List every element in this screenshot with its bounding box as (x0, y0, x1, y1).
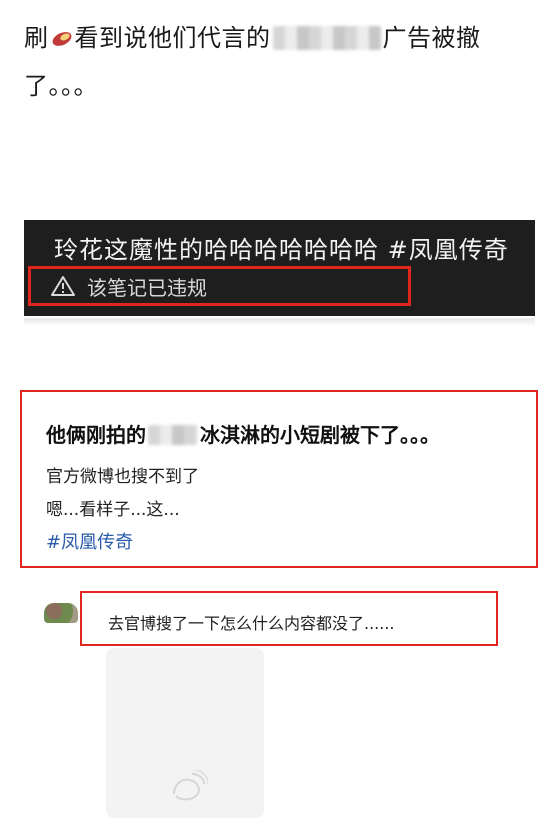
note-card[interactable]: 他俩刚拍的 冰淇淋的小短剧被下了。。。 官方微博也搜不到了 嗯...看样子...这… (20, 390, 538, 568)
comment-item: 去官博搜了一下怎么什么内容都没了...... (80, 591, 498, 646)
blurred-brand-2 (148, 425, 198, 445)
post-text-part4: 了。。。 (24, 72, 98, 100)
sweet-potato-emoji-icon (52, 32, 71, 46)
violation-label: 该笔记已违规 (87, 275, 207, 300)
warning-triangle-icon (51, 276, 75, 296)
note-title-part1: 他俩刚拍的 (46, 423, 146, 447)
image-placeholder-icon (173, 770, 208, 801)
violation-notice: 该笔记已违规 (28, 266, 411, 306)
screenshot-page: 刷看到说他们代言的 广告被撤了。。。 玲花这魔性的哈哈哈哈哈哈哈 #凤凰传奇 该笔… (0, 0, 541, 818)
image-placeholder[interactable] (106, 648, 264, 818)
avatar[interactable] (44, 603, 78, 623)
comment-text: 去官博搜了一下怎么什么内容都没了...... (108, 614, 395, 633)
post-text-part3: 广告被撤 (382, 24, 481, 52)
banner-shadow (24, 318, 535, 326)
note-line-2: 嗯...看样子...这... (46, 500, 180, 520)
video-banner[interactable]: 玲花这魔性的哈哈哈哈哈哈哈 #凤凰传奇 该笔记已违规 (24, 220, 535, 316)
banner-title: 玲花这魔性的哈哈哈哈哈哈哈 #凤凰传奇 (54, 236, 509, 264)
post-text-part2: 看到说他们代言的 (74, 24, 271, 52)
post-text: 刷看到说他们代言的 广告被撤了。。。 (24, 14, 524, 110)
note-title: 他俩刚拍的 冰淇淋的小短剧被下了。。。 (46, 419, 440, 448)
blurred-brand (272, 26, 381, 50)
hashtag-link[interactable]: #凤凰传奇 (46, 528, 133, 554)
note-title-part2: 冰淇淋的小短剧被下了。。。 (200, 423, 440, 447)
note-line-1: 官方微博也搜不到了 (46, 467, 199, 487)
post-text-part1: 刷 (24, 24, 49, 52)
